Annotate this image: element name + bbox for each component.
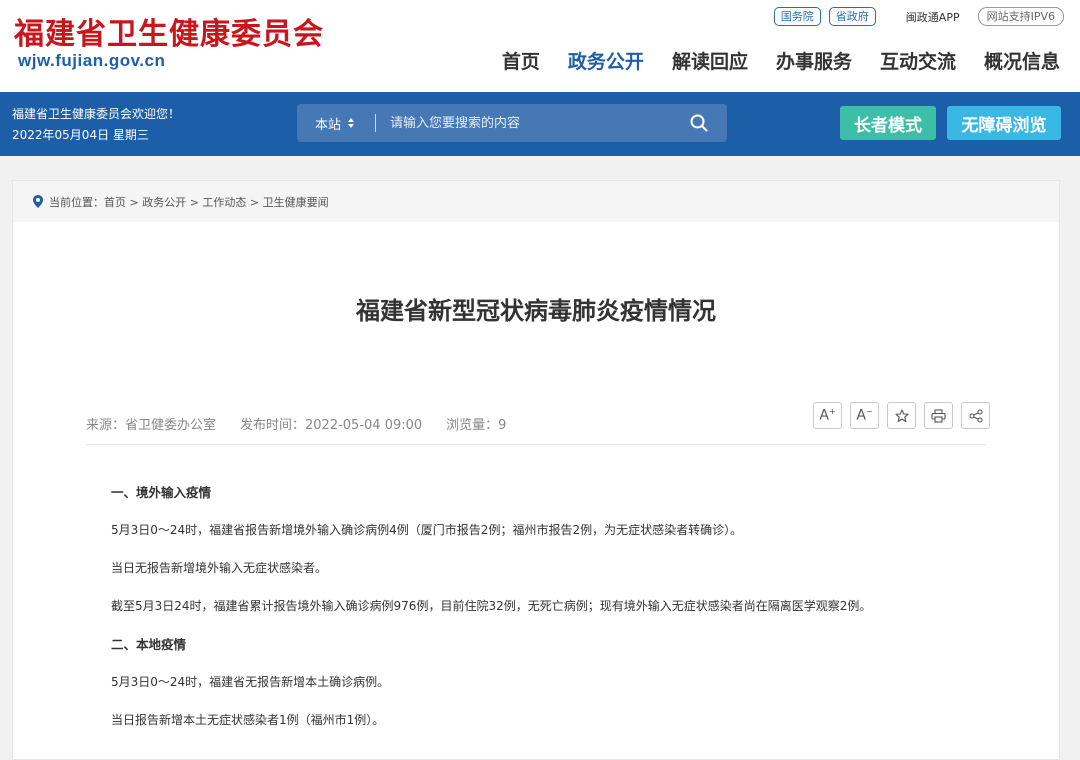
nav-item-home[interactable]: 首页	[502, 47, 540, 74]
share-button[interactable]	[961, 402, 990, 429]
meta-divider	[86, 444, 986, 445]
current-date: 2022年05月04日 星期三	[12, 128, 149, 142]
accessible-browsing-button[interactable]: 无障碍浏览	[947, 106, 1061, 140]
nav-item-overview[interactable]: 概况信息	[984, 47, 1060, 74]
font-increase-icon: A+	[819, 407, 836, 424]
article-meta: 来源：省卫健委办公室 发布时间：2022-05-04 09:00 浏览量：9	[86, 414, 506, 433]
ipv6-badge: 网站支持IPV6	[977, 7, 1064, 26]
elder-mode-button[interactable]: 长者模式	[840, 106, 936, 140]
font-decrease-button[interactable]: A−	[850, 402, 879, 429]
font-increase-button[interactable]: A+	[813, 402, 842, 429]
section-heading: 一、境外输入疫情	[111, 485, 212, 500]
article-paragraph: 截至5月3日24时，福建省累计报告境外输入确诊病例976例，目前住院32例，无死…	[111, 599, 872, 613]
utility-bar: 福建省卫生健康委员会欢迎您！ 2022年05月04日 星期三 本站 长者模式 无…	[0, 92, 1080, 156]
article-source: 来源：省卫健委办公室	[86, 418, 217, 433]
location-pin-icon	[33, 195, 43, 208]
printer-icon	[931, 408, 946, 423]
favorite-button[interactable]	[887, 402, 916, 429]
nav-item-interpretation[interactable]: 解读回应	[672, 47, 748, 74]
article-panel: 当前位置：首页 > 政务公开 > 工作动态 > 卫生健康要闻 福建省新型冠状病毒…	[12, 180, 1060, 760]
article-paragraph: 当日报告新增本土无症状感染者1例（福州市1例）。	[111, 713, 385, 727]
article-paragraph: 5月3日0～24时，福建省无报告新增本土确诊病例。	[111, 675, 390, 689]
share-icon	[968, 408, 983, 423]
font-decrease-icon: A−	[856, 407, 873, 424]
search-scope-label: 本站	[315, 117, 342, 133]
welcome-text: 福建省卫生健康委员会欢迎您！	[12, 107, 181, 121]
article-paragraph: 当日无报告新增境外输入无症状感染者。	[111, 561, 328, 575]
main-nav: 首页 政务公开 解读回应 办事服务 互动交流 概况信息	[502, 47, 1060, 74]
nav-item-gov-affairs[interactable]: 政务公开	[568, 47, 644, 74]
article-title: 福建省新型冠状病毒肺炎疫情情况	[356, 297, 716, 325]
article-paragraph: 5月3日0～24时，福建省报告新增境外输入确诊病例4例（厦门市报告2例；福州市报…	[111, 523, 743, 537]
star-icon	[894, 408, 909, 422]
article-publish-time: 发布时间：2022-05-04 09:00	[240, 418, 423, 433]
site-title[interactable]: 福建省卫生健康委员会	[14, 9, 324, 53]
section-heading: 二、本地疫情	[111, 637, 187, 652]
article-views: 浏览量：9	[446, 418, 507, 433]
search-scope-select[interactable]: 本站	[297, 114, 375, 133]
article-tools: A+ A−	[813, 402, 990, 429]
site-header: 福建省卫生健康委员会 wjw.fujian.gov.cn 国务院 省政府 闽政通…	[0, 0, 1080, 92]
search-input[interactable]	[376, 115, 671, 131]
nav-item-services[interactable]: 办事服务	[776, 47, 852, 74]
top-link-state-council[interactable]: 国务院	[773, 7, 821, 26]
print-button[interactable]	[924, 402, 953, 429]
site-url: wjw.fujian.gov.cn	[18, 51, 166, 70]
breadcrumb-text[interactable]: 当前位置：首页 > 政务公开 > 工作动态 > 卫生健康要闻	[49, 194, 329, 210]
app-link[interactable]: 闽政通APP	[906, 9, 960, 25]
sort-arrows-icon	[348, 118, 355, 128]
welcome-block: 福建省卫生健康委员会欢迎您！ 2022年05月04日 星期三	[12, 104, 180, 146]
top-link-province-gov[interactable]: 省政府	[828, 7, 876, 26]
search-icon	[690, 114, 708, 132]
search-box: 本站	[297, 104, 727, 142]
breadcrumb: 当前位置：首页 > 政务公开 > 工作动态 > 卫生健康要闻	[13, 181, 1059, 222]
search-button[interactable]	[671, 114, 727, 132]
nav-item-interaction[interactable]: 互动交流	[880, 47, 956, 74]
top-links: 国务院 省政府 闽政通APP 网站支持IPV6	[773, 7, 1064, 26]
article-body: 一、境外输入疫情 5月3日0～24时，福建省报告新增境外输入确诊病例4例（厦门市…	[111, 483, 1011, 749]
